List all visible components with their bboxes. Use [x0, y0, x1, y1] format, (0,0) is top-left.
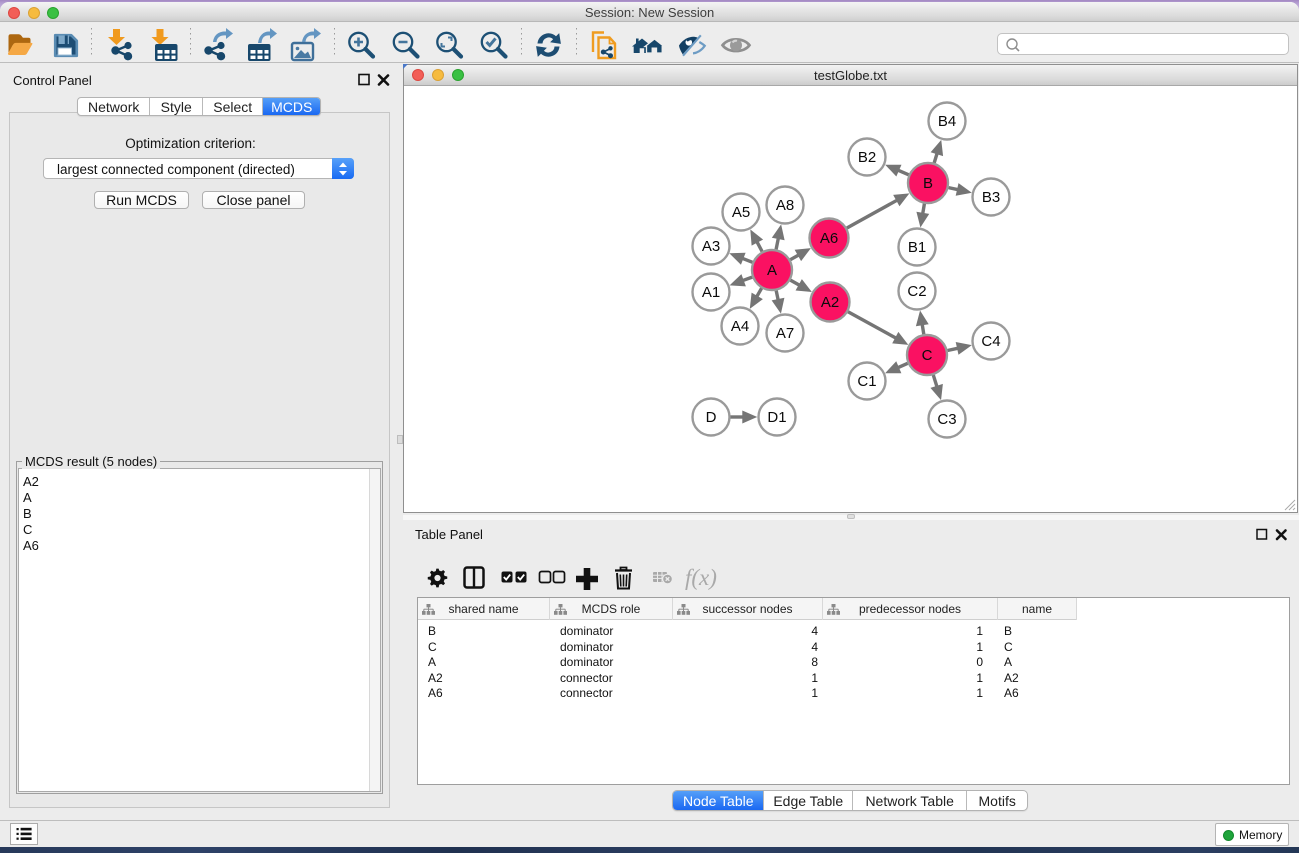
svg-text:A7: A7 — [776, 325, 794, 342]
svg-text:C2: C2 — [907, 283, 926, 300]
svg-text:B2: B2 — [858, 149, 876, 166]
svg-text:B1: B1 — [908, 239, 926, 256]
svg-text:C4: C4 — [981, 333, 1000, 350]
svg-text:B3: B3 — [982, 189, 1000, 206]
svg-text:B: B — [923, 175, 933, 192]
svg-text:A3: A3 — [702, 238, 720, 255]
svg-text:A: A — [767, 262, 777, 279]
svg-text:C1: C1 — [857, 373, 876, 390]
svg-text:B4: B4 — [938, 113, 956, 130]
svg-text:A2: A2 — [821, 294, 839, 311]
svg-text:f(x): f(x) — [685, 565, 717, 590]
svg-text:A5: A5 — [732, 204, 750, 221]
svg-text:C: C — [922, 347, 933, 364]
svg-text:A6: A6 — [820, 230, 838, 247]
svg-text:D1: D1 — [767, 409, 786, 426]
svg-text:C3: C3 — [937, 411, 956, 428]
svg-text:A1: A1 — [702, 284, 720, 301]
svg-text:A8: A8 — [776, 197, 794, 214]
svg-text:D: D — [706, 409, 717, 426]
svg-text:A4: A4 — [731, 318, 749, 335]
